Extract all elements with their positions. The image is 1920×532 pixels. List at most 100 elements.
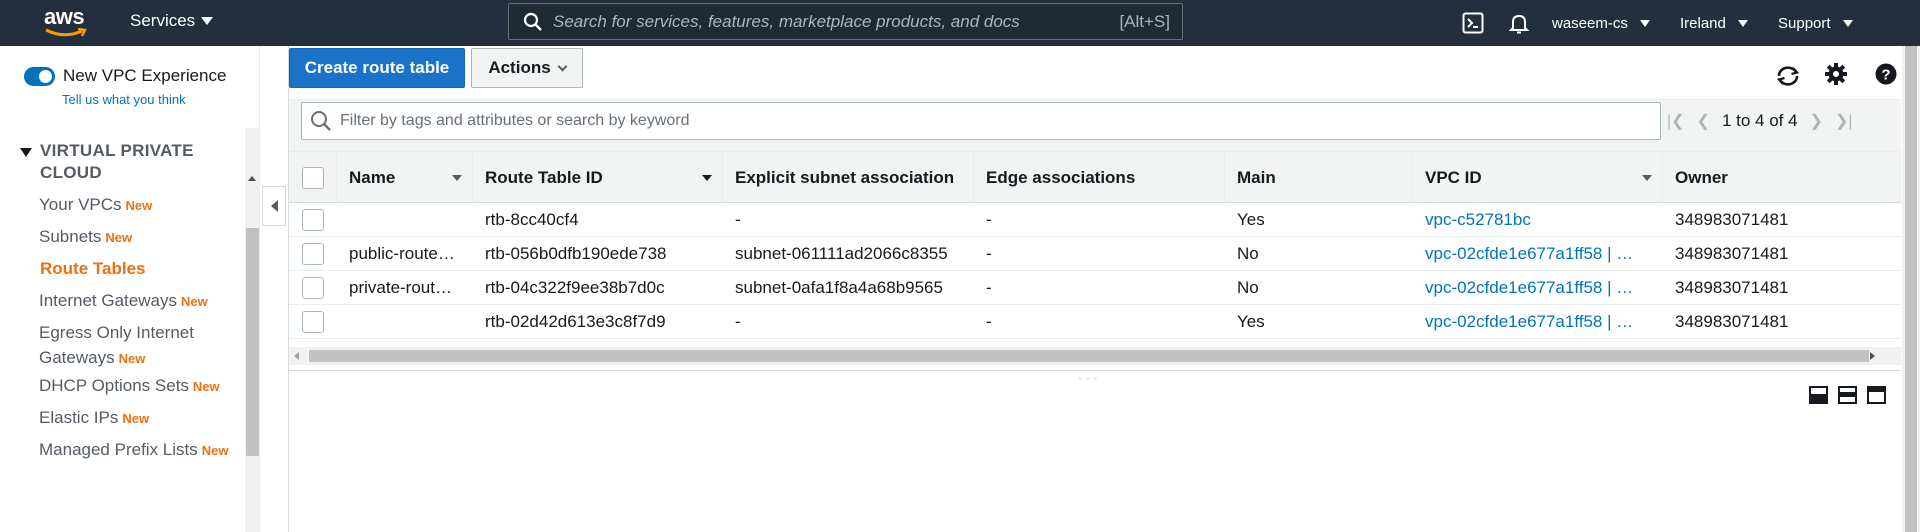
actions-label: Actions [488,58,551,77]
page-scrollbar-thumb[interactable] [1905,46,1917,532]
resize-grip-icon[interactable]: ▫▫▫ [1079,373,1101,383]
column-header-explicit-subnet-association[interactable]: Explicit subnet association [723,152,974,204]
column-header-edge-associations[interactable]: Edge associations [974,152,1225,204]
refresh-icon [1776,66,1800,86]
cloudshell-icon [1462,12,1484,34]
cell-name [337,203,473,237]
table-row[interactable]: public-route… rtb-056b0dfb190ede738 subn… [289,237,1901,271]
filter-box[interactable] [301,102,1661,140]
table-row[interactable]: rtb-02d42d613e3c8f7d9 - - Yes vpc-02cfde… [289,305,1901,339]
row-select-cell [289,203,337,237]
previous-page-icon[interactable]: ❮ [1697,111,1710,131]
column-header-label: Edge associations [986,168,1136,187]
settings-button[interactable] [1825,63,1847,85]
table-row[interactable]: private-rout… rtb-04c322f9ee38b7d0c subn… [289,271,1901,305]
page-vertical-scrollbar[interactable] [1902,46,1920,532]
vpc-link[interactable]: vpc-c52781bc [1425,210,1531,230]
create-route-table-button[interactable]: Create route table [289,48,465,88]
sidebar-item-route-tables[interactable]: Route Tables [40,256,250,281]
cell-main: No [1237,244,1259,263]
sidebar-item-subnets[interactable]: Subnets New [39,224,249,250]
cell-vpc-id: vpc-02cfde1e677a1ff58 | … [1413,237,1663,271]
support-menu[interactable]: Support [1778,0,1853,46]
section-header-virtual-private-cloud[interactable]: VIRTUAL PRIVATE CLOUD [20,140,240,184]
caret-left-icon [270,200,278,212]
collapse-sidebar-button[interactable] [262,186,286,226]
sidebar-item-your-vpcs[interactable]: Your VPCs New [39,192,249,218]
account-label: waseem-cs [1552,14,1628,32]
column-header-main[interactable]: Main [1225,152,1413,204]
row-checkbox[interactable] [302,311,324,333]
actions-dropdown-button[interactable]: Actions [471,48,583,88]
sidebar-item-label: Your VPCs [39,195,122,214]
sidebar-item-managed-prefix-lists[interactable]: Managed Prefix Lists New [39,437,249,463]
sidebar-navigation: New VPC Experience Tell us what you thin… [0,46,260,532]
main-content: Create route table Actions ? Filter by t… [288,46,1901,532]
cell-subnet-association: - [735,312,741,331]
aws-logo[interactable]: aws [44,6,90,40]
sidebar-item-label: Route Tables [40,259,146,278]
scroll-right-arrow-icon[interactable] [1870,352,1875,360]
horizontal-scrollbar-thumb[interactable] [309,350,1869,362]
layout-top-pane-icon[interactable] [1867,386,1886,404]
services-menu[interactable]: Services [130,11,214,31]
cell-edge-associations: - [986,278,992,297]
route-tables-table: Name Route Table ID Explicit subnet asso… [289,151,1901,339]
column-header-route-table-id[interactable]: Route Table ID [473,152,723,204]
cell-route-table-id: rtb-02d42d613e3c8f7d9 [485,312,666,331]
sidebar-scrollbar[interactable] [245,128,259,532]
row-checkbox[interactable] [302,277,324,299]
vpc-link[interactable]: vpc-02cfde1e677a1ff58 | … [1425,278,1633,298]
vpc-link[interactable]: vpc-02cfde1e677a1ff58 | … [1425,244,1633,264]
scroll-up-arrow-icon[interactable] [248,176,256,181]
cell-owner: 348983071481 [1675,244,1789,263]
sidebar-item-elastic-ips[interactable]: Elastic IPs New [39,405,249,431]
layout-split-pane-icon[interactable] [1838,386,1857,404]
vpc-link[interactable]: vpc-02cfde1e677a1ff58 | … [1425,312,1633,332]
new-vpc-experience-toggle[interactable] [24,66,55,86]
cloudshell-button[interactable] [1462,0,1484,46]
account-menu[interactable]: waseem-cs [1552,0,1650,46]
cell-route-table-id: rtb-8cc40cf4 [485,210,579,229]
caret-down-icon [20,148,32,157]
sidebar-scrollbar-thumb[interactable] [246,228,259,456]
row-checkbox[interactable] [302,243,324,265]
cell-vpc-id: vpc-02cfde1e677a1ff58 | … [1413,271,1663,305]
sidebar-item-label: Managed Prefix Lists [39,440,198,459]
row-checkbox[interactable] [302,209,324,231]
sidebar-item-dhcp-options-sets[interactable]: DHCP Options Sets New [39,373,249,399]
layout-bottom-pane-icon[interactable] [1809,386,1828,404]
chevron-down-icon [557,61,568,71]
new-badge: New [122,411,150,426]
cell-name: public-route… [349,244,455,263]
scroll-left-arrow-icon[interactable] [294,352,299,360]
feedback-link[interactable]: Tell us what you think [62,92,186,107]
global-search-input[interactable] [553,11,1120,32]
column-header-vpc-id[interactable]: VPC ID [1413,152,1663,204]
row-select-cell [289,271,337,305]
global-search[interactable]: [Alt+S] [508,3,1183,40]
filter-input[interactable] [340,112,1660,130]
refresh-button[interactable] [1775,65,1801,87]
caret-down-icon [201,17,214,25]
select-all-checkbox[interactable] [301,167,324,189]
sort-caret-icon [452,175,462,181]
sidebar-item-egress-only-internet-gateways[interactable]: Egress Only Internet Gateways New [39,320,249,371]
split-pane-divider[interactable] [289,370,1901,371]
svg-text:?: ? [1881,67,1890,84]
sidebar-item-internet-gateways[interactable]: Internet Gateways New [39,288,249,314]
notifications-button[interactable] [1508,0,1530,46]
sidebar-item-label: Egress Only Internet Gateways [39,323,194,367]
cell-main: Yes [1237,210,1265,229]
row-select-cell [289,305,337,339]
column-header-owner[interactable]: Owner [1663,152,1901,204]
region-menu[interactable]: Ireland [1680,0,1748,46]
column-header-name[interactable]: Name [337,152,473,204]
table-horizontal-scrollbar[interactable] [289,347,1901,365]
cell-vpc-id: vpc-02cfde1e677a1ff58 | … [1413,305,1663,339]
table-row[interactable]: rtb-8cc40cf4 - - Yes vpc-c52781bc 348983… [289,203,1901,237]
last-page-icon[interactable]: ❯| [1835,111,1853,131]
first-page-icon[interactable]: |❮ [1667,111,1685,131]
help-button[interactable]: ? [1875,63,1897,85]
next-page-icon[interactable]: ❯ [1810,111,1823,131]
